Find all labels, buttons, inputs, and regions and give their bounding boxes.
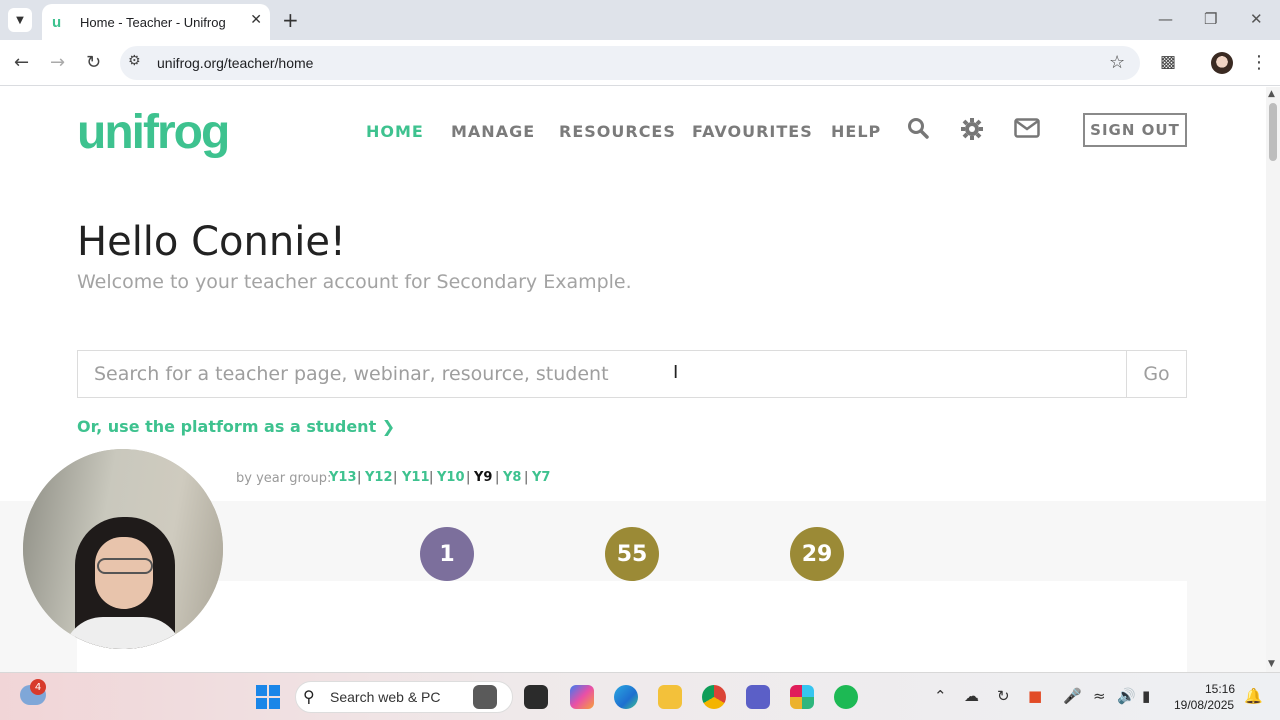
separator: | <box>393 470 398 485</box>
volume-icon[interactable]: 🔊 <box>1117 687 1136 705</box>
year-group-y13[interactable]: Y13 <box>329 470 357 485</box>
extensions-icon[interactable]: ▩ <box>1160 52 1176 72</box>
window-close-button[interactable]: ✕ <box>1250 10 1263 28</box>
copilot-app-icon[interactable] <box>570 685 594 709</box>
scroll-up-arrow-icon[interactable]: ▲ <box>1268 89 1275 99</box>
tab-close-icon[interactable]: ✕ <box>250 12 262 28</box>
chevron-right-icon: ❯ <box>381 417 396 436</box>
welcome-subtitle: Welcome to your teacher account for Seco… <box>77 271 632 293</box>
url-text[interactable]: unifrog.org/teacher/home <box>157 55 313 71</box>
search-input[interactable] <box>78 351 1128 397</box>
separator: | <box>466 470 471 485</box>
nav-help[interactable]: HELP <box>831 122 881 141</box>
windows-logo-icon <box>256 685 267 696</box>
envelope-icon[interactable] <box>1014 117 1040 143</box>
app-tray-icon[interactable]: ■ <box>1028 687 1042 705</box>
browser-tab-bar: ▼ u Home - Teacher - Unifrog ✕ + — ❐ ✕ <box>0 0 1280 40</box>
stat-counter[interactable]: 55 <box>605 527 659 581</box>
unifrog-favicon-icon: u <box>52 13 62 31</box>
search-icon[interactable] <box>907 117 929 143</box>
profile-avatar[interactable] <box>1211 52 1233 74</box>
minimize-button[interactable]: — <box>1158 10 1173 28</box>
tab-title: Home - Teacher - Unifrog <box>80 14 226 30</box>
year-group-y12[interactable]: Y12 <box>365 470 393 485</box>
reload-button[interactable]: ↻ <box>86 52 101 73</box>
battery-icon[interactable]: ▮ <box>1142 687 1150 705</box>
nav-home[interactable]: HOME <box>366 122 424 141</box>
bookmark-star-icon[interactable]: ☆ <box>1109 52 1125 73</box>
separator: | <box>429 470 434 485</box>
chevron-down-icon: ▼ <box>16 14 24 26</box>
teams-app-icon[interactable] <box>746 685 770 709</box>
year-group-filter-label: by year group: <box>236 471 332 486</box>
clock-time[interactable]: 15:16 <box>1205 682 1235 696</box>
sign-out-button[interactable]: SIGN OUT <box>1083 113 1187 147</box>
site-info-icon[interactable]: ⚙ <box>128 53 141 69</box>
notifications-icon[interactable]: 🔔 <box>1244 687 1263 705</box>
taskbar-search-text: Search web & PC <box>330 689 441 705</box>
tab-search-button[interactable]: ▼ <box>8 8 32 32</box>
clock-date[interactable]: 19/08/2025 <box>1174 698 1234 712</box>
separator: | <box>357 470 362 485</box>
taskbar: 4 ⚲ Search web & PC ⌃ ☁ ↻ ■ 🎤 ≈ 🔊 ▮ 15:1… <box>0 672 1280 720</box>
webcam-overlay <box>23 449 223 649</box>
year-group-y9[interactable]: Y9 <box>474 470 492 485</box>
show-hidden-icons-chevron-icon[interactable]: ⌃ <box>934 687 947 705</box>
separator: | <box>495 470 500 485</box>
file-explorer-icon[interactable] <box>658 685 682 709</box>
year-group-y7[interactable]: Y7 <box>532 470 550 485</box>
new-tab-button[interactable]: + <box>282 8 299 32</box>
wifi-icon[interactable]: ≈ <box>1093 687 1106 705</box>
go-button[interactable]: Go <box>1126 351 1186 397</box>
back-button[interactable]: ← <box>14 52 29 73</box>
nav-resources[interactable]: RESOURCES <box>559 122 676 141</box>
scroll-down-arrow-icon[interactable]: ▼ <box>1268 659 1275 669</box>
forward-button[interactable]: → <box>50 52 65 73</box>
stat-counter[interactable]: 1 <box>420 527 474 581</box>
sync-icon[interactable]: ↻ <box>997 687 1010 705</box>
terminal-app-icon[interactable] <box>524 685 548 709</box>
onedrive-cloud-icon[interactable]: ☁ <box>964 687 979 705</box>
browser-tab[interactable]: u Home - Teacher - Unifrog ✕ <box>42 4 270 40</box>
gear-icon[interactable] <box>960 117 984 145</box>
student-platform-link[interactable]: Or, use the platform as a student ❯ <box>77 417 395 436</box>
nav-manage[interactable]: MANAGE <box>451 122 535 141</box>
stats-panel <box>77 581 1187 672</box>
stat-counter[interactable]: 29 <box>790 527 844 581</box>
search-icon: ⚲ <box>303 687 315 706</box>
camera-app-icon[interactable] <box>473 685 497 709</box>
separator: | <box>524 470 529 485</box>
windows-logo-icon <box>256 698 267 709</box>
browser-menu-icon[interactable]: ⋮ <box>1250 52 1268 73</box>
microphone-icon[interactable]: 🎤 <box>1063 687 1082 705</box>
unifrog-logo[interactable]: unifrog <box>77 105 230 160</box>
chrome-browser-icon[interactable] <box>702 685 726 709</box>
start-button[interactable] <box>256 685 280 709</box>
weather-badge: 4 <box>30 679 46 695</box>
year-group-y10[interactable]: Y10 <box>437 470 465 485</box>
browser-toolbar: ← → ↻ ⚙ unifrog.org/teacher/home ☆ ▩ ⋮ <box>0 40 1280 86</box>
slack-app-icon[interactable] <box>790 685 814 709</box>
text-cursor-icon: I <box>673 362 679 383</box>
restore-button[interactable]: ❐ <box>1204 10 1217 28</box>
webcam-person-glasses <box>97 558 153 574</box>
year-group-y8[interactable]: Y8 <box>503 470 521 485</box>
year-group-y11[interactable]: Y11 <box>402 470 430 485</box>
windows-logo-icon <box>269 698 280 709</box>
page-scrollbar[interactable]: ▲ ▼ <box>1266 87 1280 672</box>
edge-browser-icon[interactable] <box>614 685 638 709</box>
spotify-app-icon[interactable] <box>834 685 858 709</box>
windows-logo-icon <box>269 685 280 696</box>
student-link-label: Or, use the platform as a student <box>77 417 377 436</box>
search-bar: Go <box>77 350 1187 398</box>
page-title: Hello Connie! <box>77 219 346 265</box>
scroll-thumb[interactable] <box>1269 103 1277 161</box>
nav-favourites[interactable]: FAVOURITES <box>692 122 813 141</box>
